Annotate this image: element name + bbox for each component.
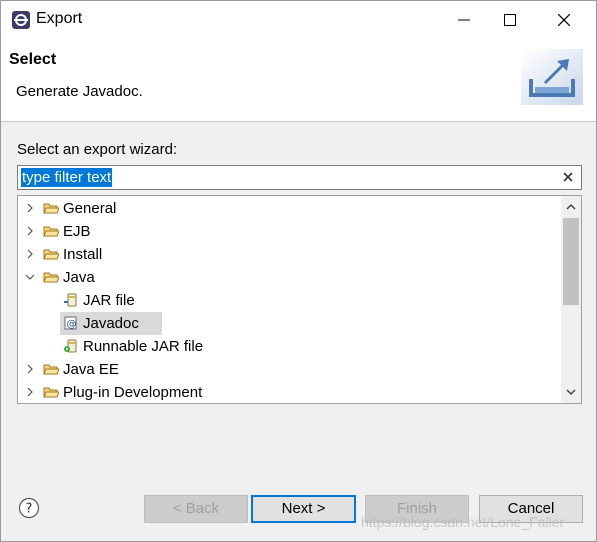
tree-item-label: General [63,200,117,217]
tree-item-label: Install [63,246,103,263]
page-description: Generate Javadoc. [16,83,143,100]
tree-item-java-ee[interactable]: Java EE [18,358,558,381]
tree-item-label: Java [63,269,95,286]
tree-item-label: Javadoc [83,315,139,332]
tree-item-install[interactable]: Install [18,243,558,266]
minimize-button[interactable] [441,1,487,39]
svg-text:?: ? [26,502,33,517]
javadoc-icon: @ [64,316,77,330]
eclipse-app-icon [12,11,30,29]
window-title: Export [36,10,83,27]
tree-item-general[interactable]: General [18,197,558,220]
title-bar: Export [1,1,596,39]
tree-item-label: Plug-in Development [63,384,203,401]
page-title: Select [9,51,57,68]
back-button[interactable]: < Back [144,495,248,523]
minimize-icon [458,19,470,21]
folder-icon [43,272,59,283]
chevron-down-icon[interactable] [24,271,36,283]
chevron-right-icon[interactable] [24,202,36,214]
filter-text[interactable]: type filter text [21,168,113,187]
tree-item-plugin-development[interactable]: Plug-in Development [18,381,558,403]
export-dialog: Export Select Generate Javadoc. Select a… [0,0,597,542]
watermark: https://blog.csdn.net/Lone_Faller [361,514,565,530]
next-button[interactable]: Next > [251,495,356,523]
tree-item-java[interactable]: Java [18,266,558,289]
tree-item-label: Runnable JAR file [83,338,204,355]
tree-item-label: EJB [63,223,91,240]
tree-item-label: Java EE [63,361,119,378]
tree-item-jar-file[interactable]: JAR file [18,289,558,312]
wizard-tree[interactable]: General EJB Install Java JAR file @ Java… [17,195,582,404]
maximize-button[interactable] [487,1,533,39]
maximize-icon [504,14,516,26]
wizard-label: Select an export wizard: [17,141,178,158]
runnable-jar-icon [64,339,77,353]
scroll-up-icon[interactable] [565,201,577,213]
export-wizard-banner-icon [521,49,583,105]
chevron-right-icon[interactable] [24,225,36,237]
tree-item-ejb[interactable]: EJB [18,220,558,243]
folder-icon [43,249,59,260]
help-icon[interactable]: ? [18,497,40,519]
clear-icon[interactable] [561,170,575,184]
folder-icon [43,364,59,375]
scrollbar-thumb[interactable] [563,218,579,305]
tree-item-label: JAR file [83,292,135,309]
tree-item-runnable-jar[interactable]: Runnable JAR file [18,335,558,358]
folder-icon [43,226,59,237]
close-icon [558,14,570,26]
jar-file-icon [64,293,77,307]
close-button[interactable] [541,1,587,39]
svg-text:@: @ [67,319,77,330]
folder-icon [43,203,59,214]
chevron-right-icon[interactable] [24,363,36,375]
scroll-down-icon[interactable] [565,386,577,398]
tree-scrollbar[interactable] [561,196,581,403]
tree-item-javadoc[interactable]: @ Javadoc [18,312,558,335]
chevron-right-icon[interactable] [24,248,36,260]
wizard-banner: Select Generate Javadoc. [1,39,596,122]
chevron-right-icon[interactable] [24,386,36,398]
filter-input[interactable]: type filter text [17,165,582,190]
folder-icon [43,387,59,398]
